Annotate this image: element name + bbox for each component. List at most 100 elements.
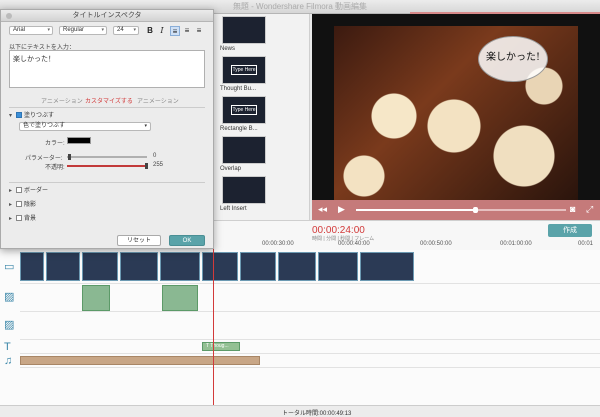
shadow-checkbox[interactable] <box>16 201 22 208</box>
text-format-toolbar: Arial ▾ Regular ▾ 24 ▾ B I ≡ ≡ ≡ <box>1 24 213 38</box>
video-clip[interactable] <box>46 252 80 281</box>
opacity-slider-knob[interactable] <box>145 163 148 169</box>
inspector-tabs: アニメーション カスタマイズする アニメーション <box>1 96 213 106</box>
font-select[interactable]: Arial ▾ <box>9 26 53 35</box>
shadow-label: 陰影 <box>24 202 37 208</box>
video-clip[interactable] <box>240 252 276 281</box>
inspector-title: タイトルインスペクタ <box>72 12 142 19</box>
total-time: トータル時間:00:00:49:13 <box>282 411 352 417</box>
parameter-slider[interactable] <box>67 156 147 158</box>
align-center-icon[interactable]: ≡ <box>182 26 192 36</box>
disclosure-closed-icon[interactable]: ▸ <box>9 215 16 222</box>
seek-knob[interactable] <box>473 207 478 213</box>
ruler-tick: 00:01 <box>578 241 594 247</box>
pip-track-1 <box>20 284 600 312</box>
title-inspector-panel: タイトルインスペクタ Arial ▾ Regular ▾ 24 ▾ B I ≡ ≡ ≡… <box>0 9 214 249</box>
preset-label-rectangle: Rectangle B... <box>220 126 258 132</box>
background-option[interactable]: ▸ 背景 <box>9 213 36 222</box>
align-left-icon[interactable]: ≡ <box>170 26 180 36</box>
video-clip[interactable] <box>202 252 238 281</box>
play-icon[interactable]: ▶ <box>338 204 345 215</box>
preset-thumb-news[interactable] <box>222 16 266 44</box>
ok-button[interactable]: OK <box>169 235 205 246</box>
color-swatch[interactable] <box>67 137 91 144</box>
audio-clip[interactable] <box>20 356 260 365</box>
section-divider <box>9 182 205 183</box>
style-value: Regular <box>63 27 85 33</box>
border-checkbox[interactable] <box>16 187 22 194</box>
chevron-down-icon: ▾ <box>101 27 104 33</box>
preview-controls: ◂◂ ▶ ◙ ⤢ <box>312 200 600 220</box>
title-text-input[interactable]: 楽しかった！ <box>9 50 205 88</box>
reset-button[interactable]: リセット <box>117 235 161 246</box>
preset-thumb-overlap[interactable] <box>222 136 266 164</box>
text-track: T Thoug... <box>20 340 600 354</box>
text-clip[interactable]: T Thoug... <box>202 342 240 351</box>
parameter-value: 0 <box>153 153 157 159</box>
title-overlay-text: 楽しかった! <box>485 52 541 63</box>
preset-thumb-thought[interactable]: Type Here <box>222 56 266 84</box>
ruler-tick: 00:00:30:00 <box>262 241 294 247</box>
font-value: Arial <box>13 27 26 33</box>
fill-option[interactable]: ▾ 塗りつぶす <box>9 110 54 119</box>
preset-label-news: News <box>220 46 236 52</box>
tab-animation[interactable]: アニメーション <box>137 96 179 105</box>
title-presets-panel: News Type Here Thought Bu... Type Here R… <box>214 14 310 220</box>
pip-clip[interactable] <box>82 285 110 311</box>
size-value: 24 <box>117 27 124 33</box>
preset-label-left-insert: Left Insert <box>220 206 247 212</box>
size-select[interactable]: 24 ▾ <box>113 26 139 35</box>
chevron-down-icon: ▾ <box>47 27 50 33</box>
fill-checkbox[interactable] <box>16 112 22 119</box>
border-option[interactable]: ▸ ボーダー <box>9 185 48 194</box>
opacity-value: 255 <box>153 162 164 168</box>
audio-track <box>20 354 600 368</box>
disclosure-open-icon[interactable]: ▾ <box>9 112 16 119</box>
camera-icon[interactable]: ◙ <box>570 204 575 214</box>
color-label: カラー: <box>45 141 65 147</box>
ruler-tick: 00:00:50:00 <box>420 241 452 247</box>
fullscreen-icon[interactable]: ⤢ <box>586 204 593 215</box>
pip-clip[interactable] <box>162 285 198 311</box>
background-checkbox[interactable] <box>16 215 22 222</box>
opacity-label: 不透明: <box>45 165 65 171</box>
bold-button[interactable]: B <box>145 26 155 36</box>
shadow-option[interactable]: ▸ 陰影 <box>9 199 36 208</box>
video-clip[interactable] <box>278 252 316 281</box>
video-clip[interactable] <box>20 252 44 281</box>
border-label: ボーダー <box>24 188 49 194</box>
video-clip[interactable] <box>360 252 414 281</box>
italic-button[interactable]: I <box>157 26 167 36</box>
export-button[interactable]: 作成 <box>548 224 592 237</box>
preset-label-thought: Thought Bu... <box>220 86 257 92</box>
parameter-label: パラメーター: <box>25 156 63 162</box>
seek-slider[interactable] <box>356 207 566 213</box>
window-title: 無題 - Wondershare Filmora 動画編集 <box>232 2 368 11</box>
preset-label-overlap: Overlap <box>220 166 242 172</box>
seek-progress <box>356 209 476 211</box>
align-right-icon[interactable]: ≡ <box>194 26 204 36</box>
opacity-slider[interactable] <box>67 165 147 167</box>
preset-thumb-rectangle[interactable]: Type Here <box>222 96 266 124</box>
prev-icon[interactable]: ◂◂ <box>318 204 327 215</box>
disclosure-closed-icon[interactable]: ▸ <box>9 201 16 208</box>
chevron-down-icon: ▾ <box>133 27 136 33</box>
video-clip[interactable] <box>160 252 200 281</box>
chevron-down-icon: ▾ <box>144 123 147 129</box>
music-track-icon: ♫ <box>4 355 13 367</box>
section-divider <box>9 107 205 108</box>
video-clip[interactable] <box>120 252 158 281</box>
parameter-slider-knob[interactable] <box>68 154 71 160</box>
tab-preset[interactable]: アニメーション <box>41 96 83 105</box>
preset-thumb-text: Type Here <box>231 105 257 115</box>
style-select[interactable]: Regular ▾ <box>59 26 107 35</box>
video-clip[interactable] <box>318 252 358 281</box>
fill-label: 塗りつぶす <box>24 113 55 119</box>
preset-thumb-left-insert[interactable] <box>222 176 266 204</box>
video-clip[interactable] <box>82 252 118 281</box>
close-icon[interactable] <box>6 13 12 19</box>
disclosure-closed-icon[interactable]: ▸ <box>9 187 16 194</box>
tab-customize[interactable]: カスタマイズする <box>85 96 133 105</box>
fill-mode-select[interactable]: 色で塗りつぶす ▾ <box>19 122 151 131</box>
ruler-tick: 00:01:00:00 <box>500 241 532 247</box>
